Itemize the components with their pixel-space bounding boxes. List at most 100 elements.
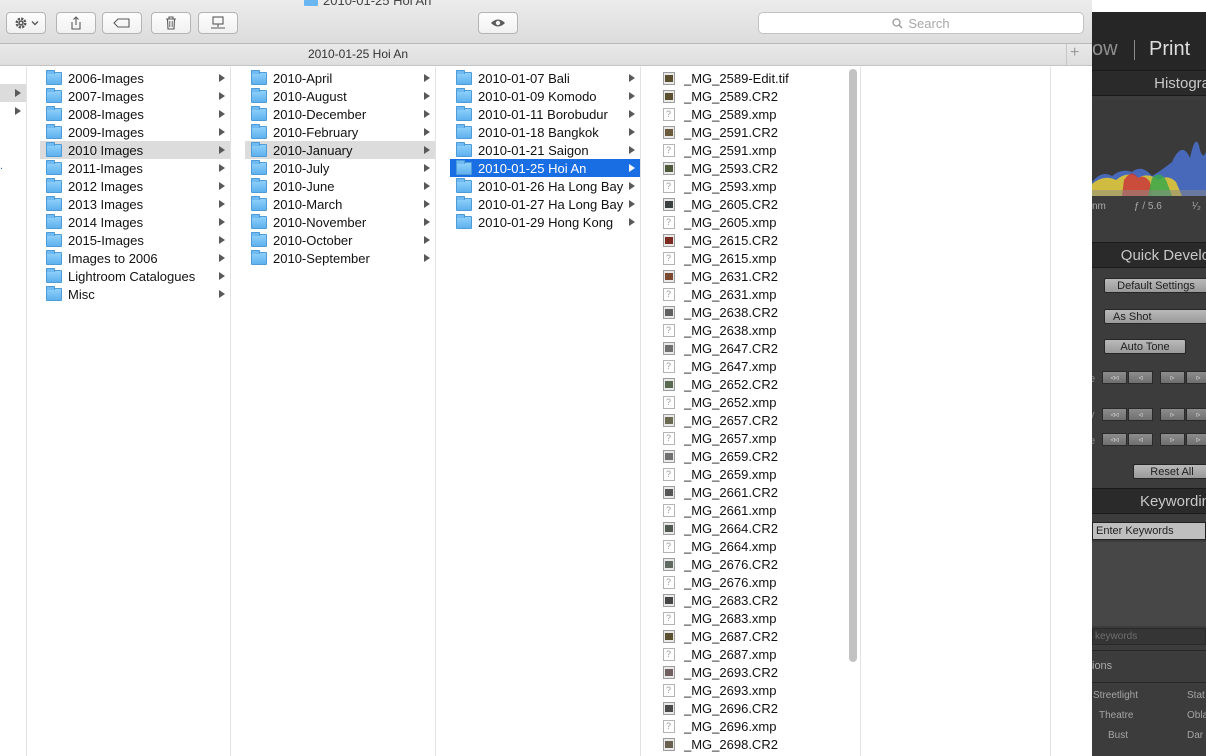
step-large-down[interactable]: ◃◃	[1102, 408, 1127, 421]
quick-look-button[interactable]	[478, 12, 518, 34]
folder-row[interactable]: 2010-June	[245, 177, 435, 195]
folder-row[interactable]: 2011-Images	[40, 159, 230, 177]
file-row[interactable]: _MG_2615.CR2	[655, 231, 860, 249]
folder-row[interactable]: Lightroom Catalogues	[40, 267, 230, 285]
file-row[interactable]: _MG_2652.CR2	[655, 375, 860, 393]
add-tab-icon[interactable]: +	[1070, 44, 1079, 62]
file-row[interactable]: _MG_2647.CR2	[655, 339, 860, 357]
file-row[interactable]: _MG_2593.xmp	[655, 177, 860, 195]
step-large-down[interactable]: ◃◃	[1102, 433, 1127, 446]
file-row[interactable]: _MG_2696.CR2	[655, 699, 860, 717]
folder-row[interactable]: 2010 Images	[40, 141, 230, 159]
file-row[interactable]: _MG_2693.xmp	[655, 681, 860, 699]
folder-row[interactable]: 2010-01-21 Saigon	[450, 141, 640, 159]
folder-row[interactable]: Misc	[40, 285, 230, 303]
step-large-up[interactable]: ▹	[1186, 371, 1206, 384]
folder-row[interactable]: Images to 2006	[40, 249, 230, 267]
file-row[interactable]: _MG_2631.CR2	[655, 267, 860, 285]
file-row[interactable]: _MG_2605.CR2	[655, 195, 860, 213]
share-button[interactable]	[56, 12, 96, 34]
file-row[interactable]: _MG_2696.xmp	[655, 717, 860, 735]
folder-row[interactable]: 2010-February	[245, 123, 435, 141]
file-row[interactable]: _MG_2664.xmp	[655, 537, 860, 555]
folder-row[interactable]: 2010-November	[245, 213, 435, 231]
file-row[interactable]: _MG_2664.CR2	[655, 519, 860, 537]
file-row[interactable]: _MG_2589.CR2	[655, 87, 860, 105]
folder-row[interactable]: 2010-01-29 Hong Kong	[450, 213, 640, 231]
file-row[interactable]: _MG_2659.CR2	[655, 447, 860, 465]
keyword-preset[interactable]: Stat	[1187, 690, 1205, 701]
module-print[interactable]: Print	[1149, 38, 1190, 61]
folder-row[interactable]: 2013 Images	[40, 195, 230, 213]
keyword-preset[interactable]: Dar	[1187, 730, 1203, 741]
file-row[interactable]: _MG_2605.xmp	[655, 213, 860, 231]
keyword-preset[interactable]: Obla	[1187, 710, 1206, 721]
histogram-header[interactable]: Histogra	[1092, 70, 1206, 96]
folder-row[interactable]: 2010-01-11 Borobudur	[450, 105, 640, 123]
folder-row[interactable]: 2015-Images	[40, 231, 230, 249]
file-row[interactable]: _MG_2661.CR2	[655, 483, 860, 501]
folder-row[interactable]: 2014 Images	[40, 213, 230, 231]
folder-row[interactable]: 2012 Images	[40, 177, 230, 195]
search-field[interactable]: Search	[758, 12, 1084, 34]
step-large-up[interactable]: ▹	[1186, 408, 1206, 421]
folder-row[interactable]: 2010-April	[245, 69, 435, 87]
file-row[interactable]: _MG_2683.CR2	[655, 591, 860, 609]
finder-column-3[interactable]: 2010-01-07 Bali 2010-01-09 Komodo 2010-01-…	[450, 67, 641, 756]
keyword-preset[interactable]: Bust	[1108, 730, 1128, 741]
white-balance-dropdown[interactable]: As Shot	[1104, 309, 1206, 324]
file-row[interactable]: _MG_2687.xmp	[655, 645, 860, 663]
file-row[interactable]: _MG_2693.CR2	[655, 663, 860, 681]
file-row[interactable]: _MG_2698.CR2	[655, 735, 860, 753]
step-small-down[interactable]: ◃	[1128, 371, 1153, 384]
keyword-preset[interactable]: Streetlight	[1093, 690, 1138, 701]
action-button[interactable]	[6, 12, 46, 34]
saved-preset-dropdown[interactable]: Default Settings	[1104, 278, 1206, 293]
folder-row[interactable]: 2010-August	[245, 87, 435, 105]
reset-all-button[interactable]: Reset All	[1133, 464, 1206, 479]
folder-row[interactable]: 2010-01-18 Bangkok	[450, 123, 640, 141]
step-small-down[interactable]: ◃	[1128, 433, 1153, 446]
folder-row[interactable]: 2010-01-26 Ha Long Bay	[450, 177, 640, 195]
file-row[interactable]: _MG_2657.CR2	[655, 411, 860, 429]
file-row[interactable]: _MG_2657.xmp	[655, 429, 860, 447]
folder-row[interactable]: 2010-01-25 Hoi An	[450, 159, 640, 177]
file-row[interactable]: _MG_2593.CR2	[655, 159, 860, 177]
file-row[interactable]: _MG_2683.xmp	[655, 609, 860, 627]
keywording-header[interactable]: Keywordin	[1092, 488, 1206, 514]
keyword-list-area[interactable]	[1092, 542, 1206, 626]
folder-row[interactable]: 2007-Images	[40, 87, 230, 105]
step-small-down[interactable]: ◃	[1128, 408, 1153, 421]
file-row[interactable]: _MG_2631.xmp	[655, 285, 860, 303]
quick-develop-header[interactable]: Quick Develo	[1092, 242, 1206, 268]
step-small-up[interactable]: ▹	[1160, 371, 1185, 384]
folder-row[interactable]: 2010-October	[245, 231, 435, 249]
folder-row[interactable]: 2010-March	[245, 195, 435, 213]
module-slideshow[interactable]: ow	[1092, 38, 1118, 61]
file-row[interactable]: _MG_2615.xmp	[655, 249, 860, 267]
scrollbar-thumb[interactable]	[849, 69, 857, 662]
file-row[interactable]: _MG_2647.xmp	[655, 357, 860, 375]
file-row[interactable]: _MG_2589.xmp	[655, 105, 860, 123]
folder-row[interactable]: 2010-01-07 Bali	[450, 69, 640, 87]
auto-tone-button[interactable]: Auto Tone	[1104, 339, 1186, 354]
finder-column-4[interactable]: _MG_2589-Edit.tif _MG_2589.CR2 _MG_2589.xm…	[655, 67, 861, 756]
file-row[interactable]: _MG_2659.xmp	[655, 465, 860, 483]
connect-server-button[interactable]	[198, 12, 238, 34]
delete-button[interactable]	[151, 12, 191, 34]
folder-row[interactable]: 2006-Images	[40, 69, 230, 87]
file-row[interactable]: _MG_2638.xmp	[655, 321, 860, 339]
folder-row[interactable]: 2008-Images	[40, 105, 230, 123]
step-small-up[interactable]: ▹	[1160, 408, 1185, 421]
file-row[interactable]: _MG_2591.CR2	[655, 123, 860, 141]
folder-row[interactable]: 2010-July	[245, 159, 435, 177]
file-row[interactable]: _MG_2589-Edit.tif	[655, 69, 860, 87]
keyword-input[interactable]: Enter Keywords	[1092, 522, 1206, 540]
folder-row[interactable]: 2010-September	[245, 249, 435, 267]
file-row[interactable]: _MG_2676.xmp	[655, 573, 860, 591]
folder-row[interactable]: 2010-January	[245, 141, 435, 159]
file-row[interactable]: _MG_2652.xmp	[655, 393, 860, 411]
file-row[interactable]: _MG_2638.CR2	[655, 303, 860, 321]
file-row[interactable]: _MG_2676.CR2	[655, 555, 860, 573]
file-row[interactable]: _MG_2591.xmp	[655, 141, 860, 159]
